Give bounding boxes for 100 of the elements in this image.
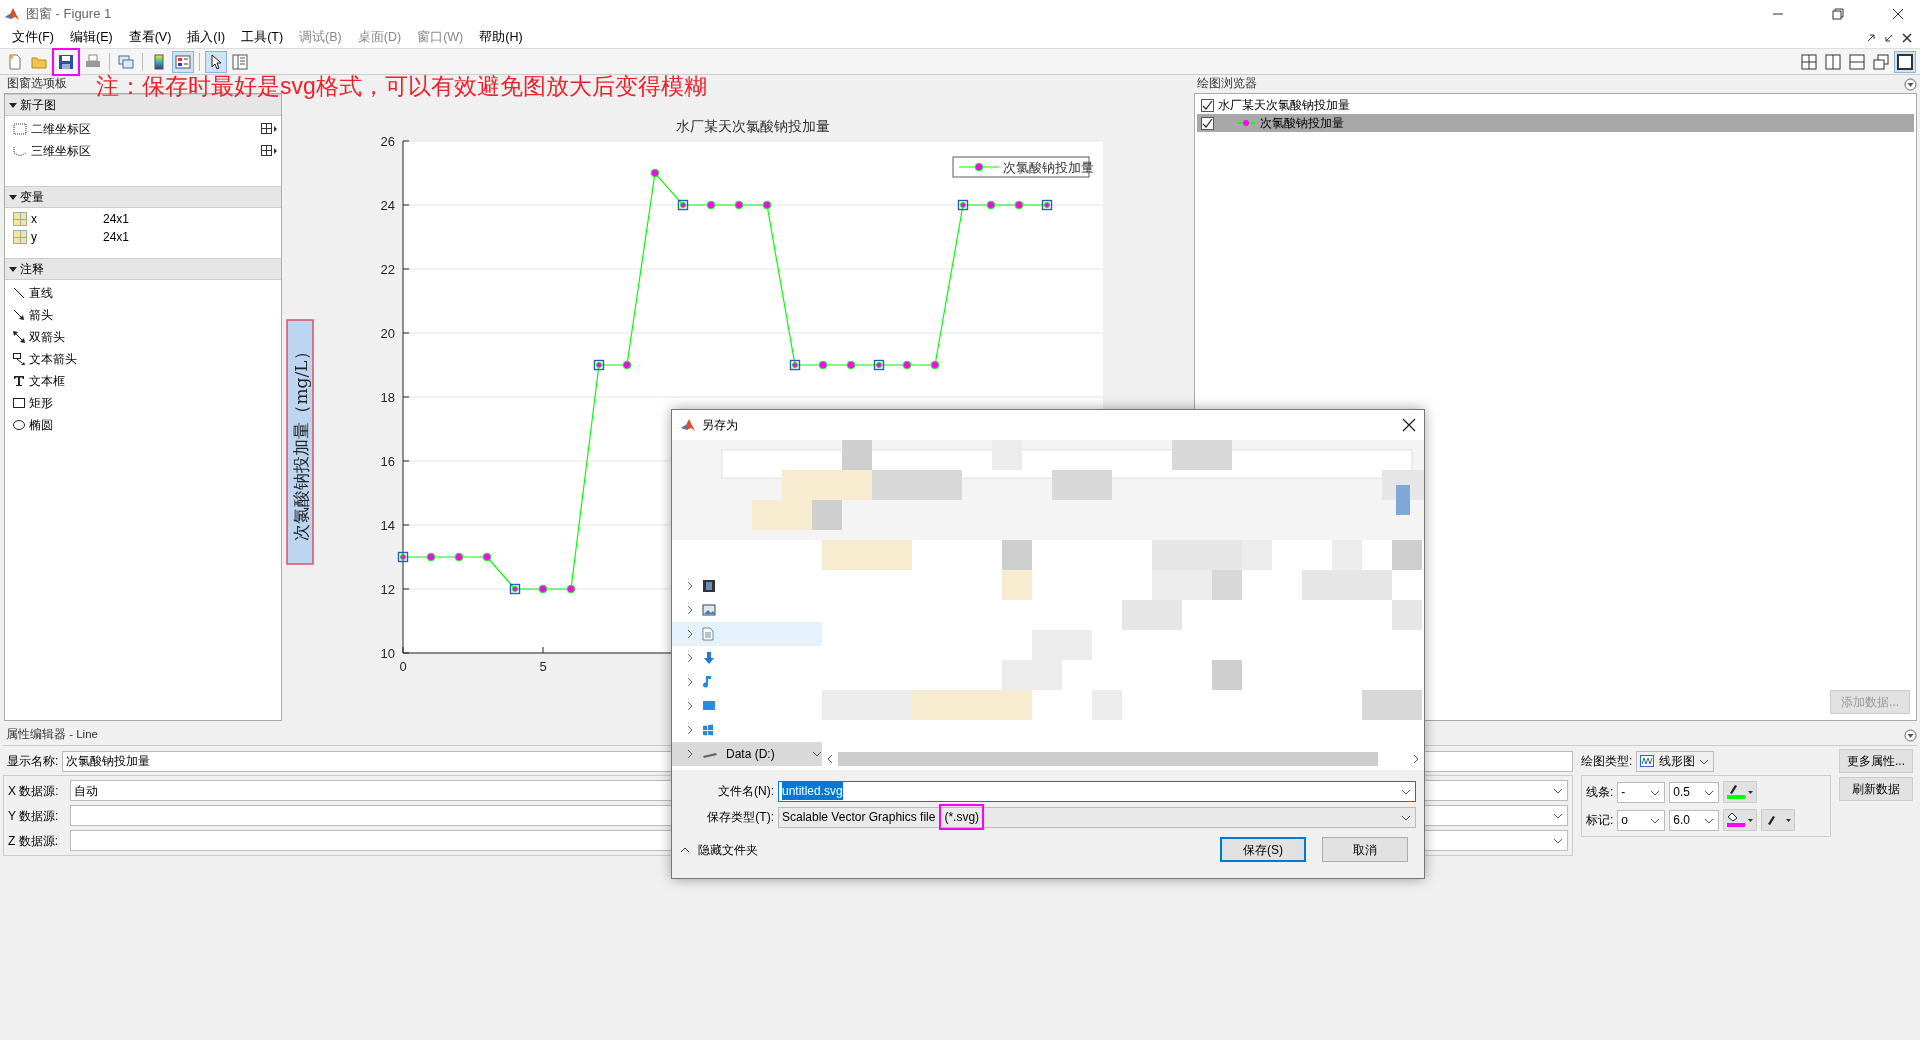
line-chart-icon bbox=[1640, 755, 1655, 767]
caret-icon bbox=[9, 193, 17, 201]
restore-icon[interactable] bbox=[1832, 7, 1844, 20]
toolbar-button[interactable] bbox=[205, 50, 227, 73]
menu-item[interactable]: 帮助(H) bbox=[471, 28, 531, 47]
expand-chevron-icon[interactable] bbox=[686, 749, 694, 759]
menu-item[interactable]: 文件(F) bbox=[4, 28, 62, 47]
nav-item[interactable]: Data (D:) bbox=[672, 742, 822, 766]
item-label: 椭圆 bbox=[29, 417, 53, 434]
scrollbar-thumb[interactable] bbox=[838, 752, 1378, 766]
item-label: 双箭头 bbox=[29, 329, 65, 346]
expand-chevron-icon[interactable] bbox=[686, 605, 694, 615]
collapse-icon[interactable] bbox=[1904, 728, 1917, 742]
tick-label: 22 bbox=[380, 262, 395, 277]
scroll-down-icon[interactable] bbox=[812, 749, 822, 759]
close-icon[interactable] bbox=[1902, 32, 1912, 43]
section-header[interactable]: 变量 bbox=[5, 186, 281, 208]
tree-item[interactable]: 次氯酸钠投加量 bbox=[1197, 114, 1914, 132]
color-picker-button[interactable] bbox=[1723, 809, 1758, 831]
close-icon[interactable] bbox=[1892, 7, 1904, 20]
style-dropdown[interactable]: - bbox=[1617, 781, 1666, 803]
checkbox[interactable] bbox=[1201, 98, 1214, 112]
arrow-icon bbox=[13, 309, 25, 321]
text-arrow-icon bbox=[13, 353, 25, 365]
legend-label: 次氯酸钠投加量 bbox=[1003, 160, 1094, 175]
button[interactable]: 刷新数据 bbox=[1839, 777, 1913, 801]
line-icon bbox=[13, 287, 25, 299]
scroll-left-icon[interactable] bbox=[826, 754, 834, 764]
field-label: 绘图类型: bbox=[1581, 753, 1633, 770]
color-picker-button[interactable] bbox=[1723, 781, 1758, 803]
field-label: 保存类型(T): bbox=[706, 809, 774, 826]
checkbox[interactable] bbox=[1201, 116, 1214, 130]
grid-menu-icon[interactable] bbox=[261, 123, 277, 135]
section-header[interactable]: 注释 bbox=[5, 258, 281, 280]
monitor-icon bbox=[702, 700, 716, 712]
rectangle-icon bbox=[13, 397, 25, 409]
button[interactable]: 更多属性... bbox=[1839, 749, 1913, 773]
new-file-icon bbox=[7, 53, 23, 70]
style-dropdown[interactable]: o bbox=[1617, 809, 1666, 831]
file-type-dropdown[interactable]: Scalable Vector Graphics file (*.svg) bbox=[778, 806, 1416, 828]
section-title: 新子图 bbox=[20, 97, 56, 114]
scroll-right-icon[interactable] bbox=[1412, 754, 1420, 764]
layout-button[interactable] bbox=[1894, 50, 1916, 73]
undock-icon[interactable] bbox=[1866, 32, 1876, 43]
expand-chevron-icon[interactable] bbox=[686, 581, 694, 591]
dialog-button[interactable]: 保存(S) bbox=[1220, 837, 1306, 862]
app-logo-icon bbox=[680, 417, 696, 433]
menu-item[interactable]: 工具(T) bbox=[233, 28, 292, 47]
expand-chevron-icon[interactable] bbox=[686, 701, 694, 711]
expand-chevron-icon[interactable] bbox=[686, 629, 694, 639]
caret-icon bbox=[9, 265, 17, 273]
field-label: Z 数据源: bbox=[8, 832, 59, 850]
menu-item[interactable]: 编辑(E) bbox=[61, 28, 121, 47]
toolbar-button[interactable] bbox=[52, 47, 80, 76]
document-icon bbox=[702, 627, 714, 641]
tick-label: 5 bbox=[539, 659, 547, 674]
field-label: Y 数据源: bbox=[8, 807, 60, 825]
variable-name: x bbox=[31, 211, 38, 228]
hide-folders-toggle[interactable]: 隐藏文件夹 bbox=[680, 840, 758, 859]
panel-title: 图窗选项板 bbox=[7, 76, 67, 92]
plot-type-dropdown[interactable]: 线形图 bbox=[1636, 750, 1715, 772]
item-label: 矩形 bbox=[29, 395, 53, 412]
float-window-icon bbox=[1873, 53, 1889, 70]
property-panel-icon bbox=[232, 53, 248, 70]
dock-icon[interactable] bbox=[1884, 32, 1894, 43]
toolbar-button[interactable] bbox=[172, 50, 194, 73]
file-extension: (*.svg) bbox=[939, 804, 985, 830]
close-icon[interactable] bbox=[1402, 418, 1416, 432]
tick-label: 26 bbox=[380, 134, 395, 149]
variable-icon bbox=[13, 212, 27, 226]
file-name-field[interactable]: untitled.svg bbox=[778, 780, 1416, 802]
text-tool-icon bbox=[13, 375, 25, 387]
colorbar-icon bbox=[151, 53, 167, 70]
size-dropdown[interactable]: 0.5 bbox=[1669, 781, 1720, 803]
ellipse-icon bbox=[13, 419, 25, 431]
field-label: 标记: bbox=[1586, 812, 1614, 829]
linked-windows-icon bbox=[118, 53, 134, 70]
field-label: 线条: bbox=[1586, 784, 1614, 801]
size-dropdown[interactable]: 6.0 bbox=[1669, 809, 1720, 831]
download-icon bbox=[702, 651, 716, 665]
legend-marker-icon bbox=[958, 162, 1000, 172]
save-icon bbox=[58, 53, 74, 70]
dialog-title: 另存为 bbox=[702, 417, 738, 434]
dialog-button[interactable]: 取消 bbox=[1322, 837, 1408, 862]
expand-chevron-icon[interactable] bbox=[686, 725, 694, 735]
color-swatch-icon bbox=[1726, 784, 1755, 800]
expand-chevron-icon[interactable] bbox=[686, 653, 694, 663]
tree-item[interactable]: 水厂某天次氯酸钠投加量 bbox=[1197, 96, 1914, 114]
expand-chevron-icon[interactable] bbox=[686, 677, 694, 687]
tree-label: 次氯酸钠投加量 bbox=[1260, 115, 1344, 132]
tick-label: 10 bbox=[380, 646, 395, 661]
item-label: 文本框 bbox=[29, 373, 65, 390]
menu-item[interactable]: 查看(V) bbox=[120, 28, 180, 47]
edge-color-button[interactable] bbox=[1761, 809, 1796, 831]
grid-menu-icon[interactable] bbox=[261, 145, 277, 157]
field-label: 显示名称: bbox=[7, 753, 59, 770]
double-arrow-icon bbox=[13, 331, 25, 343]
collapse-icon[interactable] bbox=[1904, 77, 1917, 91]
menu-item[interactable]: 插入(I) bbox=[179, 28, 234, 47]
axis-label: 次氯酸钠投加量（mg/L） bbox=[286, 319, 314, 565]
